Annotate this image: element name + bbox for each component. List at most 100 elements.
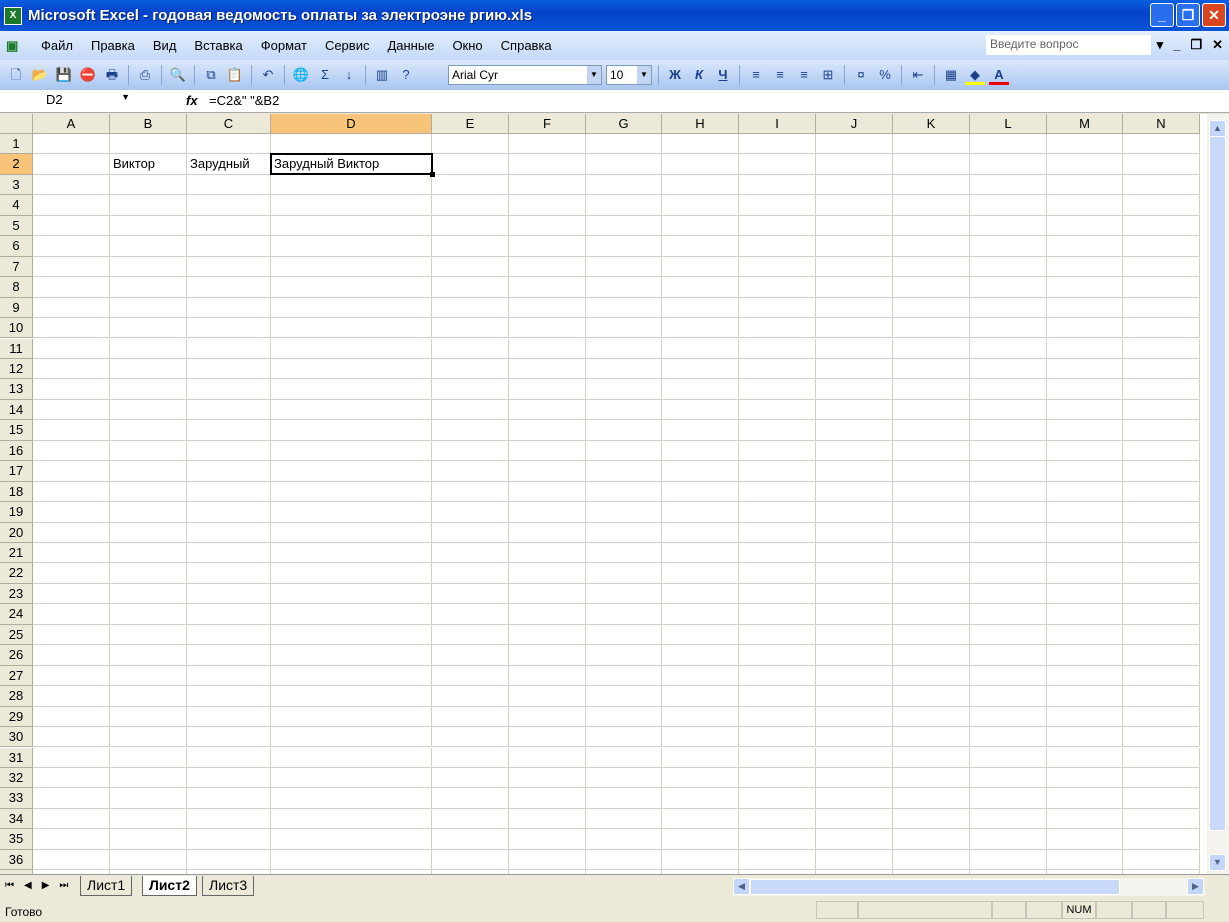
cell-C19[interactable] [187, 502, 271, 523]
cell-L31[interactable] [970, 747, 1047, 768]
cell-D12[interactable] [271, 358, 432, 380]
cell-M12[interactable] [1047, 358, 1123, 380]
vertical-scroll-thumb[interactable] [1209, 136, 1226, 831]
cell-K9[interactable] [893, 297, 970, 319]
cell-A12[interactable] [33, 358, 110, 380]
cell-C23[interactable] [187, 583, 271, 605]
cell-L16[interactable] [970, 440, 1047, 462]
row-header[interactable]: 26 [0, 645, 33, 666]
cell-A35[interactable] [33, 829, 110, 850]
cell-I15[interactable] [739, 420, 816, 441]
cell-B19[interactable] [110, 502, 187, 523]
cell-E18[interactable] [432, 481, 509, 503]
cell-L3[interactable] [970, 174, 1047, 196]
cell-D9[interactable] [271, 297, 432, 319]
align-right-icon[interactable]: ≡ [794, 65, 814, 85]
cell-A29[interactable] [33, 706, 110, 728]
cell-C7[interactable] [187, 256, 271, 278]
cell-G2[interactable] [586, 154, 662, 175]
cell-C32[interactable] [187, 767, 271, 789]
cell-G35[interactable] [586, 829, 662, 850]
column-header-I[interactable]: I [739, 114, 816, 134]
cell-D23[interactable] [271, 583, 432, 605]
cell-E22[interactable] [432, 563, 509, 584]
cell-M9[interactable] [1047, 297, 1123, 319]
cell-K32[interactable] [893, 767, 970, 789]
cell-K25[interactable] [893, 624, 970, 646]
cell-E5[interactable] [432, 215, 509, 237]
cell-K4[interactable] [893, 195, 970, 216]
cell-D5[interactable] [271, 215, 432, 237]
cell-B26[interactable] [110, 645, 187, 666]
cell-E21[interactable] [432, 543, 509, 564]
borders-icon[interactable]: ▦ [941, 65, 961, 85]
cell-K29[interactable] [893, 706, 970, 728]
cell-H25[interactable] [662, 624, 739, 646]
cell-D18[interactable] [271, 481, 432, 503]
row-header[interactable]: 28 [0, 686, 33, 707]
cell-A25[interactable] [33, 624, 110, 646]
cell-B16[interactable] [110, 440, 187, 462]
cell-G7[interactable] [586, 256, 662, 278]
cell-E25[interactable] [432, 624, 509, 646]
cell-C28[interactable] [187, 686, 271, 707]
cell-J1[interactable] [816, 134, 893, 155]
cell-J5[interactable] [816, 215, 893, 237]
cell-D30[interactable] [271, 727, 432, 748]
cell-F13[interactable] [509, 379, 586, 400]
column-header-D[interactable]: D [271, 114, 432, 134]
cell-D6[interactable] [271, 236, 432, 257]
cell-M24[interactable] [1047, 604, 1123, 625]
cell-C36[interactable] [187, 849, 271, 871]
cell-E28[interactable] [432, 686, 509, 707]
cell-A23[interactable] [33, 583, 110, 605]
cell-B33[interactable] [110, 788, 187, 809]
cell-I29[interactable] [739, 706, 816, 728]
cell-B32[interactable] [110, 767, 187, 789]
cell-G6[interactable] [586, 236, 662, 257]
cell-E16[interactable] [432, 440, 509, 462]
align-left-icon[interactable]: ≡ [746, 65, 766, 85]
cell-H4[interactable] [662, 195, 739, 216]
cell-D24[interactable] [271, 604, 432, 625]
cell-K14[interactable] [893, 399, 970, 421]
cell-G17[interactable] [586, 461, 662, 482]
cell-A18[interactable] [33, 481, 110, 503]
cell-H19[interactable] [662, 502, 739, 523]
cell-H6[interactable] [662, 236, 739, 257]
cell-G13[interactable] [586, 379, 662, 400]
merge-center-icon[interactable]: ⊞ [818, 65, 838, 85]
cell-B24[interactable] [110, 604, 187, 625]
cell-K35[interactable] [893, 829, 970, 850]
cell-D3[interactable] [271, 174, 432, 196]
cell-E31[interactable] [432, 747, 509, 768]
row-header[interactable]: 3 [0, 174, 33, 196]
cell-C2[interactable]: Зарудный [187, 154, 271, 175]
cell-K23[interactable] [893, 583, 970, 605]
cell-E6[interactable] [432, 236, 509, 257]
cell-N7[interactable] [1123, 256, 1200, 278]
cell-D35[interactable] [271, 829, 432, 850]
cell-N16[interactable] [1123, 440, 1200, 462]
cell-B5[interactable] [110, 215, 187, 237]
cell-E3[interactable] [432, 174, 509, 196]
cell-F29[interactable] [509, 706, 586, 728]
cell-N8[interactable] [1123, 277, 1200, 298]
cell-I2[interactable] [739, 154, 816, 175]
cell-I28[interactable] [739, 686, 816, 707]
cell-M10[interactable] [1047, 318, 1123, 339]
cell-G21[interactable] [586, 543, 662, 564]
permission-icon[interactable]: ⛔ [78, 65, 98, 85]
cell-N31[interactable] [1123, 747, 1200, 768]
cell-I22[interactable] [739, 563, 816, 584]
underline-button[interactable]: Ч [713, 65, 733, 85]
row-header[interactable]: 4 [0, 195, 33, 216]
cell-L13[interactable] [970, 379, 1047, 400]
row-header[interactable]: 23 [0, 583, 33, 605]
cell-G28[interactable] [586, 686, 662, 707]
font-name-select[interactable]: Arial Cyr ▼ [448, 65, 602, 85]
cell-B1[interactable] [110, 134, 187, 155]
insert-function-icon[interactable]: fx [186, 93, 198, 108]
cell-E34[interactable] [432, 808, 509, 830]
cell-K5[interactable] [893, 215, 970, 237]
